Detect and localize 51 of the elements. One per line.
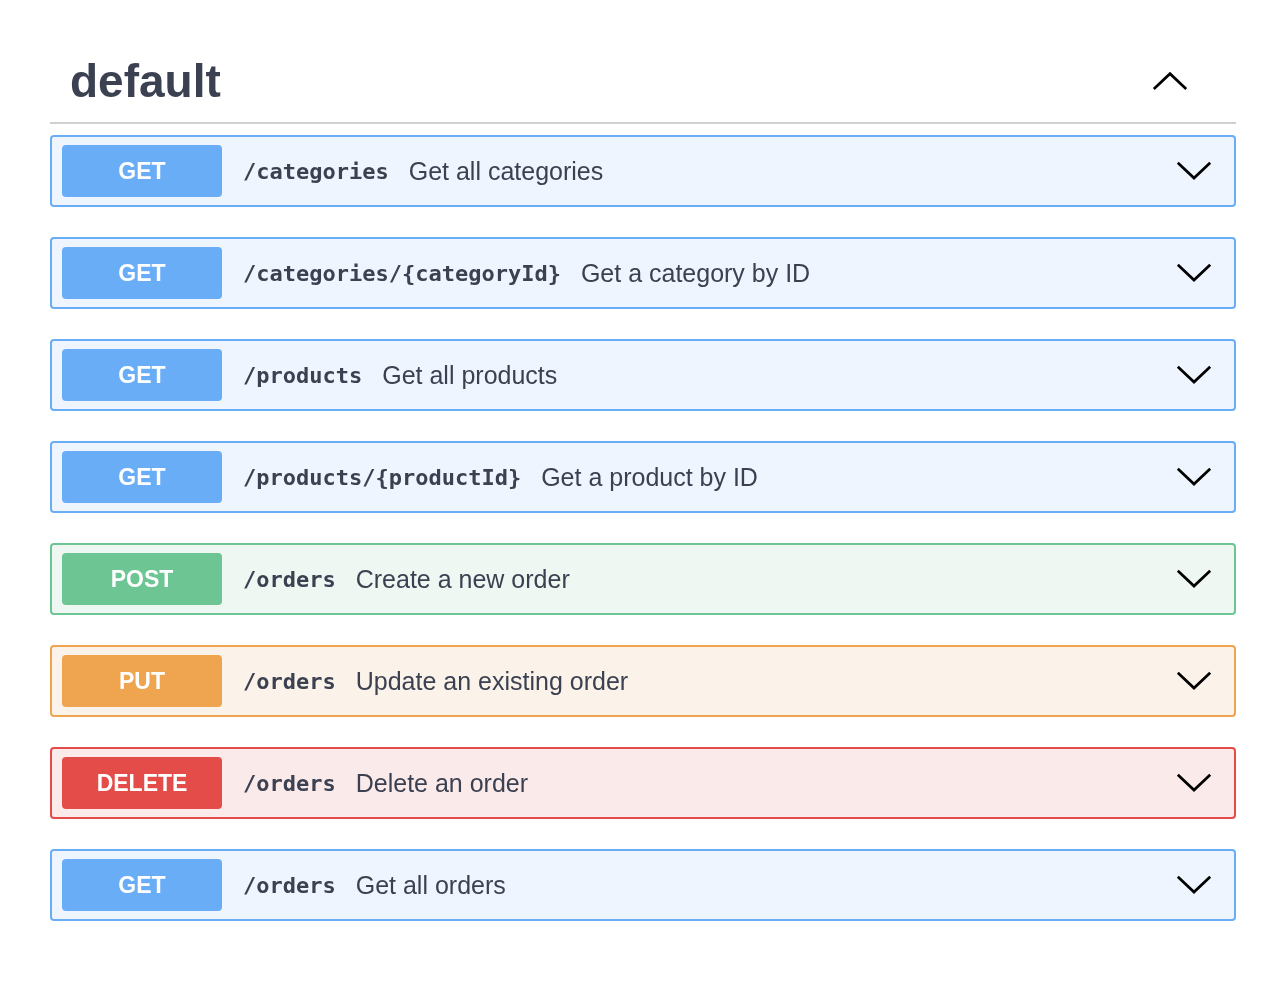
method-label: PUT	[62, 655, 222, 707]
endpoint-summary: Get a category by ID	[580, 258, 812, 288]
chevron-down-icon	[1176, 875, 1212, 895]
expand-button[interactable]	[1176, 773, 1212, 793]
endpoint-row[interactable]: GET /orders Get all orders	[50, 849, 1236, 921]
method-label: GET	[62, 247, 222, 299]
expand-button[interactable]	[1176, 569, 1212, 589]
endpoint-row[interactable]: PUT /orders Update an existing order	[50, 645, 1236, 717]
chevron-down-icon	[1176, 671, 1212, 691]
section-title[interactable]: default	[70, 54, 221, 108]
endpoint-summary: Get all products	[382, 360, 559, 390]
expand-button[interactable]	[1176, 161, 1212, 181]
endpoint-path: /products	[243, 362, 363, 388]
chevron-down-icon	[1176, 773, 1212, 793]
expand-button[interactable]	[1176, 467, 1212, 487]
endpoint-row[interactable]: POST /orders Create a new order	[50, 543, 1236, 615]
method-label: GET	[62, 349, 222, 401]
collapse-button[interactable]	[1152, 71, 1188, 91]
endpoint-row[interactable]: GET /categories/{categoryId} Get a category by ID	[50, 237, 1236, 309]
expand-button[interactable]	[1176, 671, 1212, 691]
expand-button[interactable]	[1176, 365, 1212, 385]
endpoint-row[interactable]: DELETE /orders Delete an order	[50, 747, 1236, 819]
chevron-down-icon	[1176, 365, 1212, 385]
endpoint-summary: Delete an order	[355, 768, 530, 798]
chevron-down-icon	[1176, 263, 1212, 283]
chevron-down-icon	[1176, 467, 1212, 487]
expand-button[interactable]	[1176, 263, 1212, 283]
endpoint-row[interactable]: GET /categories Get all categories	[50, 135, 1236, 207]
expand-button[interactable]	[1176, 875, 1212, 895]
chevron-up-icon	[1152, 71, 1188, 91]
method-label: DELETE	[62, 757, 222, 809]
endpoint-path: /categories/{categoryId}	[243, 260, 561, 286]
method-label: GET	[62, 859, 222, 911]
chevron-down-icon	[1176, 569, 1212, 589]
endpoint-path: /orders	[243, 872, 336, 898]
endpoint-path: /categories	[243, 158, 389, 184]
endpoint-path: /products/{productId}	[243, 464, 522, 490]
method-label: GET	[62, 145, 222, 197]
endpoint-row[interactable]: GET /products/{productId} Get a product by ID	[50, 441, 1236, 513]
endpoint-summary: Get a product by ID	[541, 462, 759, 492]
endpoint-summary: Update an existing order	[355, 666, 630, 696]
endpoint-summary: Get all categories	[408, 156, 605, 186]
endpoint-path: /orders	[243, 770, 336, 796]
endpoint-summary: Create a new order	[355, 564, 571, 594]
endpoint-path: /orders	[243, 668, 336, 694]
endpoint-row[interactable]: GET /products Get all products	[50, 339, 1236, 411]
method-label: POST	[62, 553, 222, 605]
endpoint-summary: Get all orders	[355, 870, 507, 900]
chevron-down-icon	[1176, 161, 1212, 181]
method-label: GET	[62, 451, 222, 503]
endpoint-path: /orders	[243, 566, 336, 592]
